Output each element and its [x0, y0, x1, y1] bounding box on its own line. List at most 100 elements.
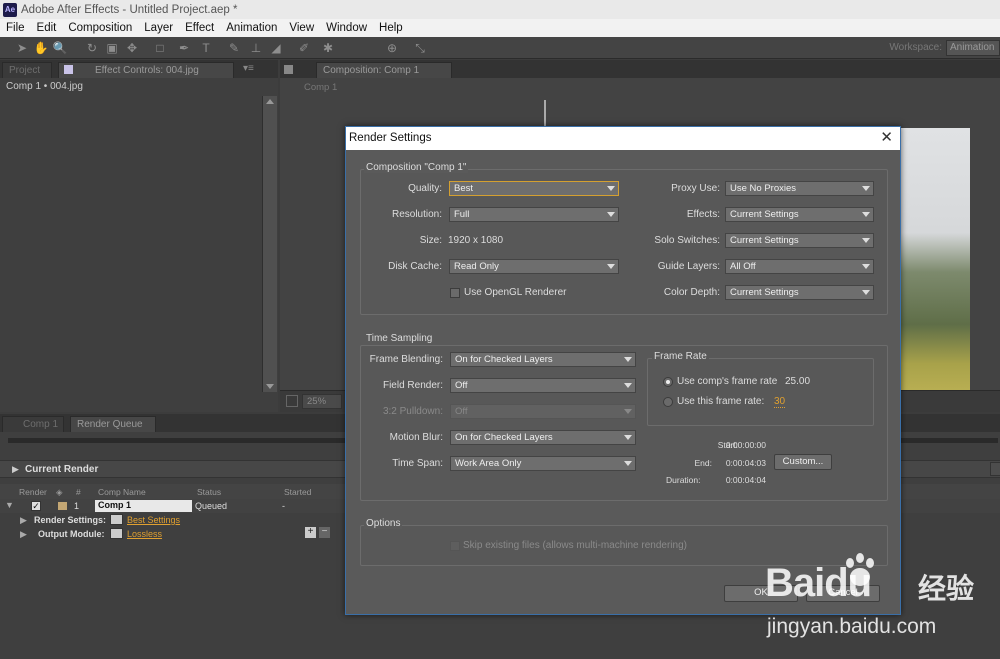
tab-effect-controls[interactable]: Effect Controls: 004.jpg: [58, 62, 234, 78]
workspace-label: Workspace:: [889, 42, 942, 53]
menu-window[interactable]: Window: [320, 22, 373, 34]
puppet-tool-icon[interactable]: ✱: [320, 40, 336, 56]
row-started: -: [282, 501, 285, 511]
comp-breadcrumb: Comp 1: [304, 82, 338, 93]
proxy-use-select[interactable]: Use No Proxies: [725, 181, 874, 196]
start-value: 0:00:00:00: [725, 440, 766, 450]
resolution-select[interactable]: Full: [449, 207, 619, 222]
motion-blur-select[interactable]: On for Checked Layers: [450, 430, 636, 445]
resolution-value: Full: [454, 209, 470, 220]
guide-layers-select[interactable]: All Off: [725, 259, 874, 274]
always-preview-icon[interactable]: [286, 395, 298, 407]
selection-tool-icon[interactable]: ➤: [14, 40, 30, 56]
chevron-down-icon: [862, 264, 870, 269]
quality-select[interactable]: Best: [449, 181, 619, 196]
roto-brush-tool-icon[interactable]: ✐: [296, 40, 312, 56]
color-depth-select[interactable]: Current Settings: [725, 285, 874, 300]
rotate-tool-icon[interactable]: ↻: [84, 40, 100, 56]
effects-select[interactable]: Current Settings: [725, 207, 874, 222]
frame-blending-select[interactable]: On for Checked Layers: [450, 352, 636, 367]
row-comp-name[interactable]: Comp 1: [95, 500, 192, 512]
lock-swatch-icon: [64, 65, 73, 74]
dialog-title-bar: Render Settings ✕: [346, 127, 900, 150]
end-value: 0:00:04:03: [725, 458, 766, 468]
tab-comp-timeline[interactable]: Comp 1: [2, 416, 64, 432]
render-item-details: ▶ Render Settings: Best Settings ▶ Outpu…: [0, 513, 345, 541]
frame-rate-group: [647, 358, 874, 426]
render-settings-dropdown[interactable]: [110, 514, 123, 525]
menu-file[interactable]: File: [0, 22, 31, 34]
composition-group-title: Composition "Comp 1": [364, 162, 469, 173]
custom-frame-rate-value[interactable]: 30: [774, 396, 786, 408]
tab-composition[interactable]: Composition: Comp 1: [316, 62, 452, 78]
workspace-select[interactable]: Animation: [946, 40, 1000, 56]
view-axis-icon[interactable]: ⤡: [412, 40, 428, 56]
header-started: Started: [284, 487, 312, 497]
clone-stamp-tool-icon[interactable]: ⊥: [248, 40, 264, 56]
output-module-expand-icon[interactable]: ▶: [20, 529, 27, 540]
output-module-link[interactable]: Lossless: [127, 529, 162, 539]
time-span-value: Work Area Only: [455, 458, 522, 469]
brush-tool-icon[interactable]: ✎: [226, 40, 242, 56]
comp-lock-icon: [284, 65, 293, 74]
menu-effect[interactable]: Effect: [179, 22, 220, 34]
use-comp-frame-rate-radio[interactable]: [663, 377, 673, 387]
add-output-module-button[interactable]: +: [305, 527, 316, 538]
camera-tool-icon[interactable]: ▣: [104, 40, 120, 56]
scroll-up-icon[interactable]: [266, 99, 274, 104]
frame-blending-value: On for Checked Layers: [455, 354, 553, 365]
eraser-tool-icon[interactable]: ◢: [268, 40, 284, 56]
menu-edit[interactable]: Edit: [31, 22, 63, 34]
frame-rate-title: Frame Rate: [652, 351, 709, 362]
label-color-swatch[interactable]: [58, 502, 67, 510]
menu-composition[interactable]: Composition: [62, 22, 138, 34]
shape-tool-icon[interactable]: □: [152, 40, 168, 56]
menu-animation[interactable]: Animation: [220, 22, 283, 34]
pen-tool-icon[interactable]: ✒: [176, 40, 192, 56]
type-tool-icon[interactable]: T: [198, 40, 214, 56]
remove-output-module-button[interactable]: −: [319, 527, 330, 538]
menu-bar: File Edit Composition Layer Effect Anima…: [0, 19, 1000, 37]
header-status: Status: [197, 487, 222, 497]
row-number: 1: [74, 501, 80, 511]
render-settings-link[interactable]: Best Settings: [127, 515, 180, 525]
menu-view[interactable]: View: [283, 22, 320, 34]
row-collapse-icon[interactable]: ▼: [5, 500, 14, 510]
solo-switches-value: Current Settings: [730, 235, 799, 246]
proxy-use-label: Proxy Use:: [671, 183, 720, 194]
menu-help[interactable]: Help: [373, 22, 409, 34]
effect-controls-scrollbar[interactable]: [262, 96, 277, 392]
disk-cache-select[interactable]: Read Only: [449, 259, 619, 274]
render-button[interactable]: [990, 462, 1000, 476]
solo-switches-select[interactable]: Current Settings: [725, 233, 874, 248]
chevron-down-icon: [862, 186, 870, 191]
render-checkbox[interactable]: ✓: [31, 501, 41, 511]
render-settings-expand-icon[interactable]: ▶: [20, 515, 27, 526]
time-span-select[interactable]: Work Area Only: [450, 456, 636, 471]
scroll-down-icon[interactable]: [266, 384, 274, 389]
output-module-dropdown[interactable]: [110, 528, 123, 539]
motion-blur-label: Motion Blur:: [389, 432, 443, 443]
field-render-select[interactable]: Off: [450, 378, 636, 393]
guide-layers-value: All Off: [730, 261, 756, 272]
panel-menu-icon[interactable]: ▾≡: [243, 63, 254, 74]
pan-behind-tool-icon[interactable]: ✥: [124, 40, 140, 56]
expand-arrow-icon[interactable]: ▶: [12, 464, 19, 475]
opengl-checkbox[interactable]: [450, 288, 460, 298]
motion-blur-value: On for Checked Layers: [455, 432, 553, 443]
local-axis-icon[interactable]: ⊕: [384, 40, 400, 56]
custom-time-span-button[interactable]: Custom...: [774, 454, 832, 470]
use-this-frame-rate-radio[interactable]: [663, 397, 673, 407]
tools-toolbar: ➤ ✋ 🔍 ↻ ▣ ✥ □ ✒ T ✎ ⊥ ◢ ✐ ✱ ⊕ ⤡ Workspac…: [0, 37, 1000, 59]
menu-layer[interactable]: Layer: [138, 22, 179, 34]
tab-render-queue[interactable]: Render Queue: [70, 416, 156, 432]
close-icon[interactable]: ✕: [880, 129, 893, 147]
zoom-tool-icon[interactable]: 🔍: [52, 40, 68, 56]
skip-existing-checkbox[interactable]: [450, 541, 460, 551]
hand-tool-icon[interactable]: ✋: [33, 40, 49, 56]
dialog-title: Render Settings: [349, 132, 432, 144]
color-depth-label: Color Depth:: [663, 287, 720, 298]
zoom-select[interactable]: 25%: [302, 394, 342, 409]
pulldown-select[interactable]: Off: [450, 404, 636, 419]
tab-project[interactable]: Project: [2, 62, 52, 78]
